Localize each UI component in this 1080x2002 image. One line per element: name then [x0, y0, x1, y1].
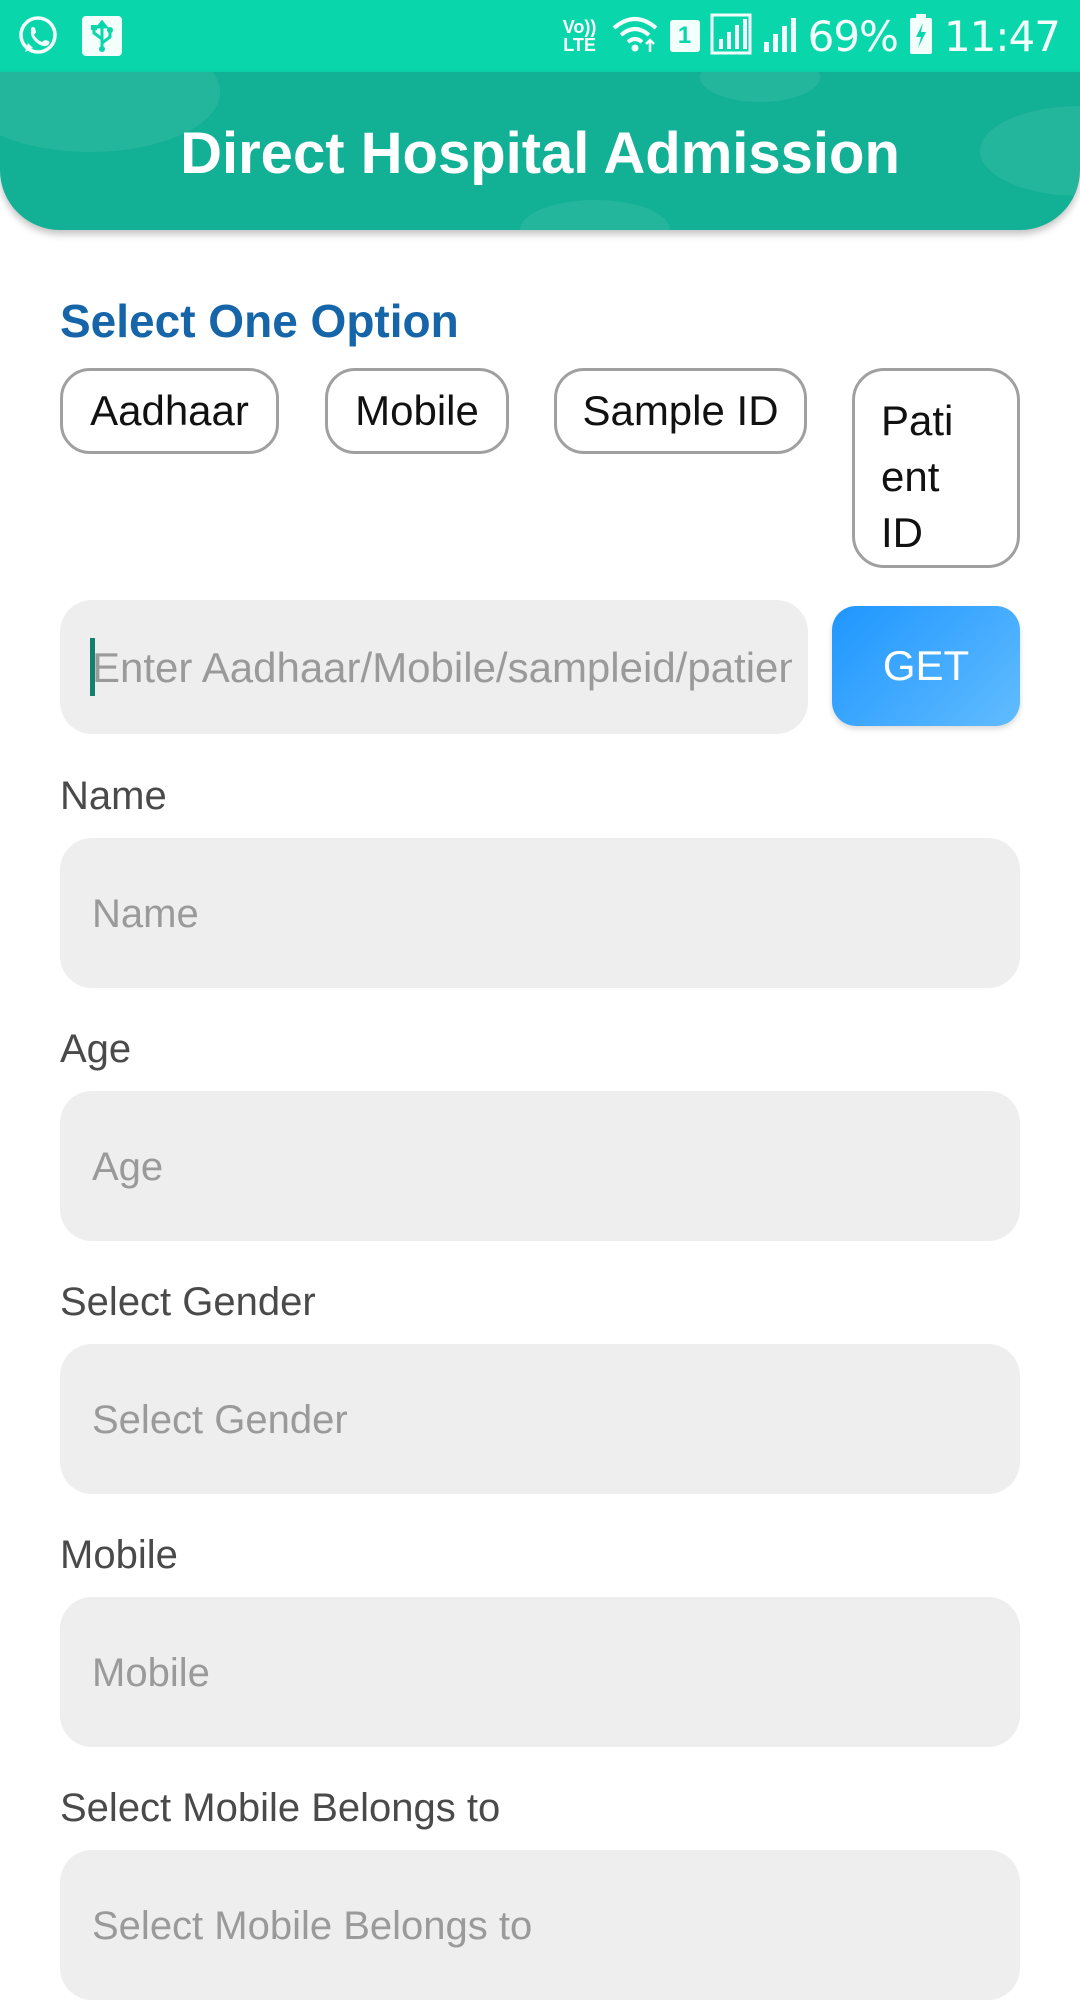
battery-charging-icon	[908, 13, 934, 60]
select-option-heading: Select One Option	[60, 295, 459, 347]
age-input[interactable]	[90, 1091, 994, 1243]
mobile-field[interactable]	[60, 1597, 1020, 1749]
volte-icon: Vo)) LTE	[562, 17, 597, 55]
status-bar: Vo)) LTE 1 69% 11:47	[0, 0, 1080, 72]
mobile-belongs-input[interactable]	[90, 1850, 994, 2002]
signal-icon	[762, 14, 798, 59]
mobile-belongs-label: Select Mobile Belongs to	[60, 1786, 501, 1830]
search-input[interactable]	[90, 600, 794, 734]
get-button[interactable]: GET	[832, 606, 1020, 726]
name-input[interactable]	[90, 838, 994, 990]
usb-icon	[78, 12, 126, 60]
age-label: Age	[60, 1027, 132, 1071]
name-label: Name	[60, 774, 167, 818]
page-title: Direct Hospital Admission	[180, 121, 900, 186]
mobile-belongs-select[interactable]	[60, 1850, 1020, 2002]
signal-icon	[710, 13, 752, 60]
sim-1-icon: 1	[669, 20, 700, 52]
option-mobile-button[interactable]: Mobile	[325, 368, 509, 454]
battery-percent: 69%	[807, 11, 899, 61]
option-aadhaar-button[interactable]: Aadhaar	[60, 368, 279, 454]
clock: 11:47	[943, 11, 1061, 61]
gender-label: Select Gender	[60, 1280, 316, 1324]
name-field[interactable]	[60, 838, 1020, 990]
age-field[interactable]	[60, 1091, 1020, 1243]
gender-input[interactable]	[90, 1344, 994, 1496]
text-cursor	[90, 638, 95, 696]
option-sample-id-button[interactable]: Sample ID	[554, 368, 807, 454]
gender-select[interactable]	[60, 1344, 1020, 1496]
mobile-label: Mobile	[60, 1533, 178, 1577]
mobile-input[interactable]	[90, 1597, 994, 1749]
search-field[interactable]	[60, 600, 808, 734]
option-patient-id-button[interactable]: Pati ent ID	[852, 368, 1020, 568]
app-header: Direct Hospital Admission	[0, 72, 1080, 230]
whatsapp-icon	[14, 12, 62, 60]
wifi-icon	[610, 14, 660, 59]
